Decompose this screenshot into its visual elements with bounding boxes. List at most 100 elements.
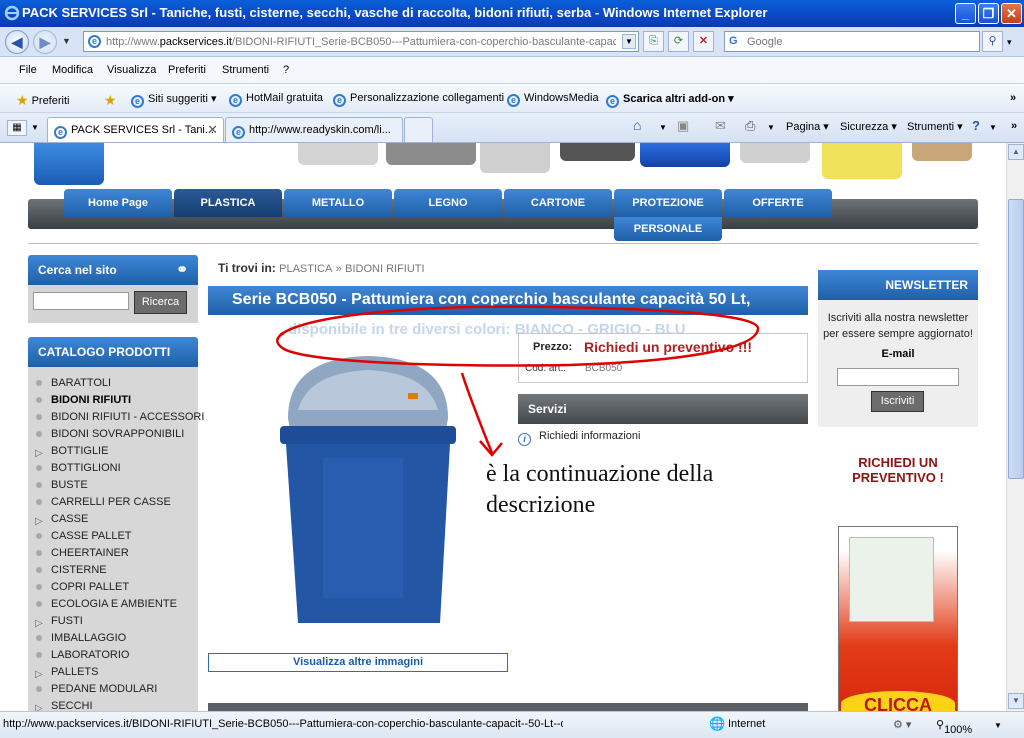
catalog-item[interactable]: BOTTIGLIONI bbox=[28, 460, 198, 477]
catalog-item[interactable]: ▷ SECCHI bbox=[28, 698, 198, 711]
search-options-icon[interactable]: ▾ bbox=[1007, 37, 1012, 48]
tab-list-icon[interactable]: ▼ bbox=[31, 123, 39, 132]
fav-hotmail[interactable]: e HotMail gratuita bbox=[229, 92, 323, 107]
fav-addons[interactable]: e Scarica altri add-on ▾ bbox=[606, 92, 734, 108]
catalog-item[interactable]: LABORATORIO bbox=[28, 647, 198, 664]
home-icon[interactable]: ⌂ bbox=[633, 117, 641, 133]
newsletter-panel: Iscriviti alla nostra newsletter per ess… bbox=[818, 300, 978, 427]
first-aid-kit-image bbox=[849, 537, 934, 622]
window-titlebar: PACK SERVICES Srl - Taniche, fusti, cist… bbox=[0, 0, 1024, 27]
address-bar[interactable]: e http://www.packservices.it/BIDONI-RIFI… bbox=[83, 31, 639, 52]
address-dropdown-icon[interactable]: ▼ bbox=[622, 34, 636, 49]
catalog-item[interactable]: ▷ BOTTIGLIE bbox=[28, 443, 198, 460]
breadcrumb-bidoni-rifiuti[interactable]: BIDONI RIFIUTI bbox=[345, 263, 424, 275]
print-dropdown-icon[interactable]: ▼ bbox=[767, 123, 775, 132]
fav-windowsmedia[interactable]: e WindowsMedia bbox=[507, 92, 599, 107]
print-icon[interactable]: ⎙ bbox=[745, 118, 755, 134]
search-input[interactable]: G Google bbox=[724, 31, 980, 52]
protected-mode-icon[interactable]: ⚙ ▾ bbox=[893, 718, 911, 731]
menu-modifica[interactable]: Modifica bbox=[52, 64, 93, 76]
status-bar: http://www.packservices.it/BIDONI-RIFIUT… bbox=[0, 711, 1024, 738]
catalog-item[interactable]: CASSE PALLET bbox=[28, 528, 198, 545]
catalog-item[interactable]: BIDONI RIFIUTI bbox=[28, 392, 198, 409]
scroll-up-icon[interactable]: ▲ bbox=[1008, 144, 1024, 160]
breadcrumb-plastica[interactable]: PLASTICA bbox=[279, 263, 332, 275]
nav-home[interactable]: Home Page bbox=[64, 189, 172, 217]
zoom-level[interactable]: ⚲ 100% bbox=[936, 718, 972, 736]
menu-strumenti[interactable]: Strumenti bbox=[222, 64, 269, 76]
tools-menu[interactable]: Strumenti ▾ bbox=[907, 120, 963, 133]
favorites-button[interactable]: ★ Preferiti bbox=[16, 92, 69, 109]
security-menu[interactable]: Sicurezza ▾ bbox=[840, 120, 897, 133]
zoom-dropdown-icon[interactable]: ▼ bbox=[994, 721, 1002, 730]
expand-arrow-icon: ▷ bbox=[35, 703, 43, 711]
site-search-button[interactable]: Ricerca bbox=[134, 291, 187, 314]
catalog-item[interactable]: BARATTOLI bbox=[28, 375, 198, 392]
catalog-item[interactable]: BIDONI SOVRAPPONIBILI bbox=[28, 426, 198, 443]
nav-offerte[interactable]: OFFERTE bbox=[724, 189, 832, 217]
feeds-icon[interactable]: ▣ bbox=[677, 118, 689, 134]
search-icon[interactable]: ⚲ bbox=[982, 31, 1003, 52]
tab-readyskin[interactable]: e http://www.readyskin.com/li... bbox=[225, 117, 403, 142]
stop-icon[interactable]: ✕ bbox=[693, 31, 714, 52]
forward-button[interactable]: ▶ bbox=[33, 30, 57, 54]
help-dropdown-icon[interactable]: ▼ bbox=[989, 123, 997, 132]
nav-legno[interactable]: LEGNO bbox=[394, 189, 502, 217]
ie-page-icon: e bbox=[229, 94, 242, 107]
close-window-button[interactable]: ✕ bbox=[1001, 3, 1022, 24]
fav-suggested-sites[interactable]: e Siti suggeriti ▾ bbox=[131, 92, 217, 108]
catalog-item[interactable]: PEDANE MODULARI bbox=[28, 681, 198, 698]
menu-visualizza[interactable]: Visualizza bbox=[107, 64, 156, 76]
ie-page-icon: e bbox=[507, 94, 520, 107]
cmdbar-overflow-icon[interactable]: » bbox=[1011, 120, 1017, 132]
newsletter-email-input[interactable] bbox=[837, 368, 959, 386]
address-url[interactable]: http://www.packservices.it/BIDONI-RIFIUT… bbox=[106, 36, 616, 48]
menu-file[interactable]: File bbox=[19, 64, 37, 76]
fav-personalize-links[interactable]: e Personalizzazione collegamenti bbox=[333, 92, 504, 107]
quick-tabs-icon[interactable]: ▦ bbox=[7, 120, 27, 136]
nav-protezione[interactable]: PROTEZIONE bbox=[614, 189, 722, 217]
scroll-thumb[interactable] bbox=[1008, 199, 1024, 479]
catalog-item[interactable]: ▷ FUSTI bbox=[28, 613, 198, 630]
nav-metallo[interactable]: METALLO bbox=[284, 189, 392, 217]
subscribe-button[interactable]: Iscriviti bbox=[871, 391, 924, 412]
compat-view-icon[interactable]: ⎘ bbox=[643, 31, 664, 52]
nav-plastica[interactable]: PLASTICA bbox=[174, 189, 282, 217]
catalog-item[interactable]: CHEERTAINER bbox=[28, 545, 198, 562]
refresh-icon[interactable]: ⟳ bbox=[668, 31, 689, 52]
promo-banner[interactable]: CLICCA bbox=[838, 526, 958, 711]
catalog-item[interactable]: ▷ PALLETS bbox=[28, 664, 198, 681]
mail-icon[interactable]: ✉ bbox=[715, 118, 726, 134]
minimize-button[interactable]: _ bbox=[955, 3, 976, 24]
new-tab-button[interactable] bbox=[404, 117, 433, 142]
request-quote-link[interactable]: RICHIEDI UN PREVENTIVO ! bbox=[818, 455, 978, 485]
catalog-item[interactable]: BIDONI RIFIUTI - ACCESSORI bbox=[28, 409, 204, 426]
site-search-input[interactable] bbox=[33, 292, 129, 310]
scroll-down-icon[interactable]: ▼ bbox=[1008, 693, 1024, 709]
catalog-list: BARATTOLI BIDONI RIFIUTI BIDONI RIFIUTI - … bbox=[28, 367, 204, 711]
catalog-item[interactable]: ECOLOGIA E AMBIENTE bbox=[28, 596, 198, 613]
menu-help[interactable]: ? bbox=[283, 64, 289, 76]
home-dropdown-icon[interactable]: ▼ bbox=[659, 123, 667, 132]
menu-preferiti[interactable]: Preferiti bbox=[168, 64, 206, 76]
vertical-scrollbar[interactable]: ▲ ▼ bbox=[1006, 143, 1024, 711]
catalog-item[interactable]: IMBALLAGGIO bbox=[28, 630, 198, 647]
back-button[interactable]: ◀ bbox=[5, 30, 29, 54]
tab-packservices[interactable]: e PACK SERVICES Srl - Tani... ✕ bbox=[47, 117, 224, 142]
nav-personale[interactable]: PERSONALE bbox=[614, 217, 722, 241]
restore-button[interactable]: ❐ bbox=[978, 3, 999, 24]
more-images-link[interactable]: Visualizza altre immagini bbox=[208, 653, 508, 672]
catalog-item[interactable]: CISTERNE bbox=[28, 562, 198, 579]
favorites-overflow-icon[interactable]: » bbox=[1010, 92, 1016, 104]
catalog-item[interactable]: CARRELLI PER CASSE bbox=[28, 494, 198, 511]
nav-cartone[interactable]: CARTONE bbox=[504, 189, 612, 217]
bullet-icon bbox=[36, 635, 42, 641]
page-menu[interactable]: Pagina ▾ bbox=[786, 120, 829, 133]
help-icon[interactable]: ? bbox=[972, 118, 980, 133]
catalog-item[interactable]: COPRI PALLET bbox=[28, 579, 198, 596]
history-dropdown-icon[interactable]: ▼ bbox=[62, 36, 71, 46]
add-favorite-icon[interactable]: ★ bbox=[104, 92, 120, 109]
catalog-item[interactable]: BUSTE bbox=[28, 477, 198, 494]
close-tab-icon[interactable]: ✕ bbox=[207, 122, 218, 138]
catalog-item[interactable]: ▷ CASSE bbox=[28, 511, 198, 528]
